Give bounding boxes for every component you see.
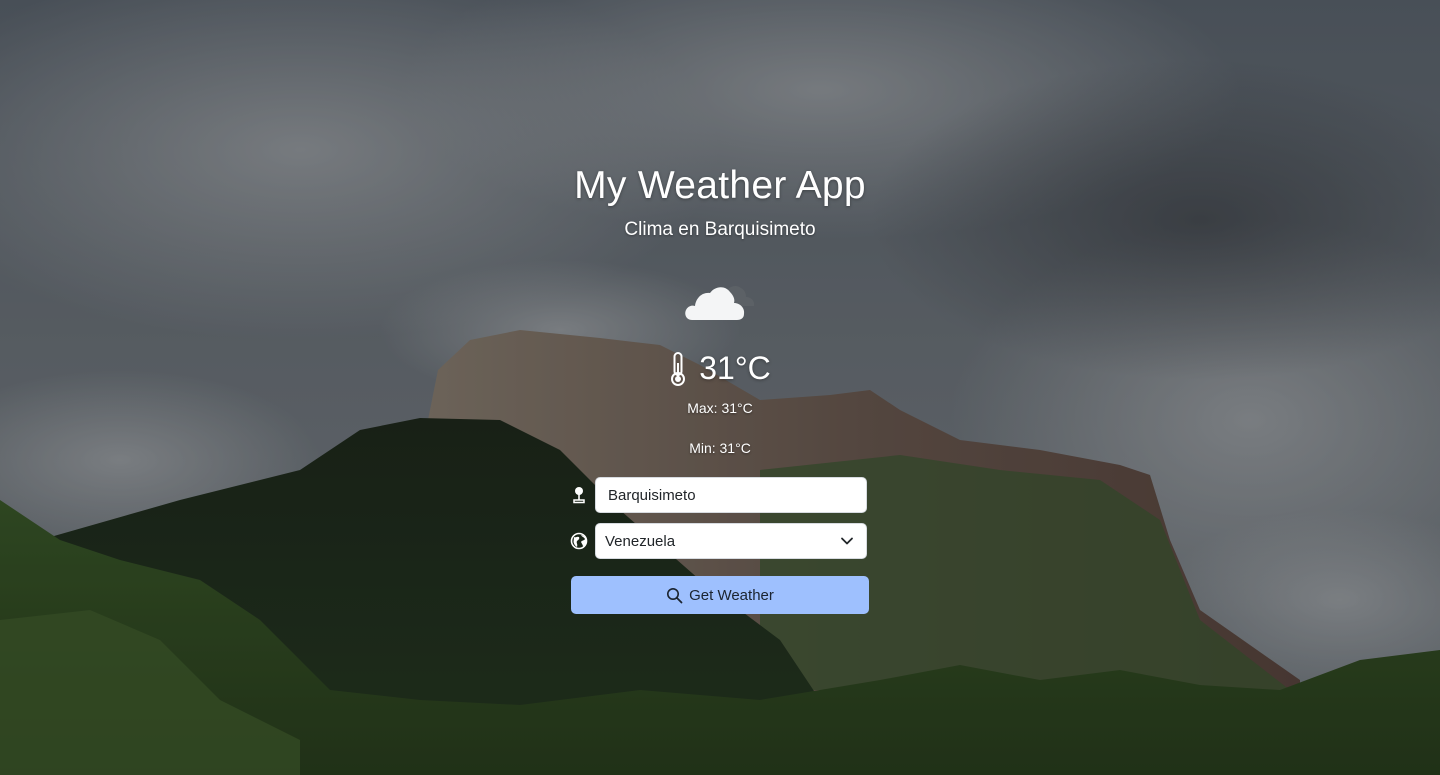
max-temperature: Max: 31°C: [687, 400, 753, 416]
globe-icon: [566, 522, 592, 560]
city-input[interactable]: Barquisimeto: [595, 477, 867, 513]
temperature-row: 31°C: [0, 350, 1440, 387]
country-selected-value: Venezuela: [605, 532, 676, 550]
min-temperature: Min: 31°C: [689, 440, 751, 456]
get-weather-button[interactable]: Get Weather: [571, 576, 869, 614]
country-row: Venezuela: [566, 522, 870, 560]
current-temperature: 31°C: [699, 350, 771, 386]
location-pin-icon: [566, 476, 592, 514]
app-title: My Weather App: [574, 164, 866, 207]
city-row: Barquisimeto: [566, 476, 870, 514]
get-weather-label: Get Weather: [689, 586, 774, 604]
location-subtitle: Clima en Barquisimeto: [624, 219, 816, 240]
search-icon: [667, 587, 683, 603]
thermometer-icon: [671, 351, 686, 386]
cloudy-icon: [685, 285, 755, 320]
weather-panel: My Weather App Clima en Barquisimeto 31°…: [0, 0, 1440, 775]
app-root: My Weather App Clima en Barquisimeto 31°…: [0, 0, 1440, 775]
country-select[interactable]: Venezuela: [595, 523, 867, 559]
chevron-down-icon: [841, 537, 853, 545]
